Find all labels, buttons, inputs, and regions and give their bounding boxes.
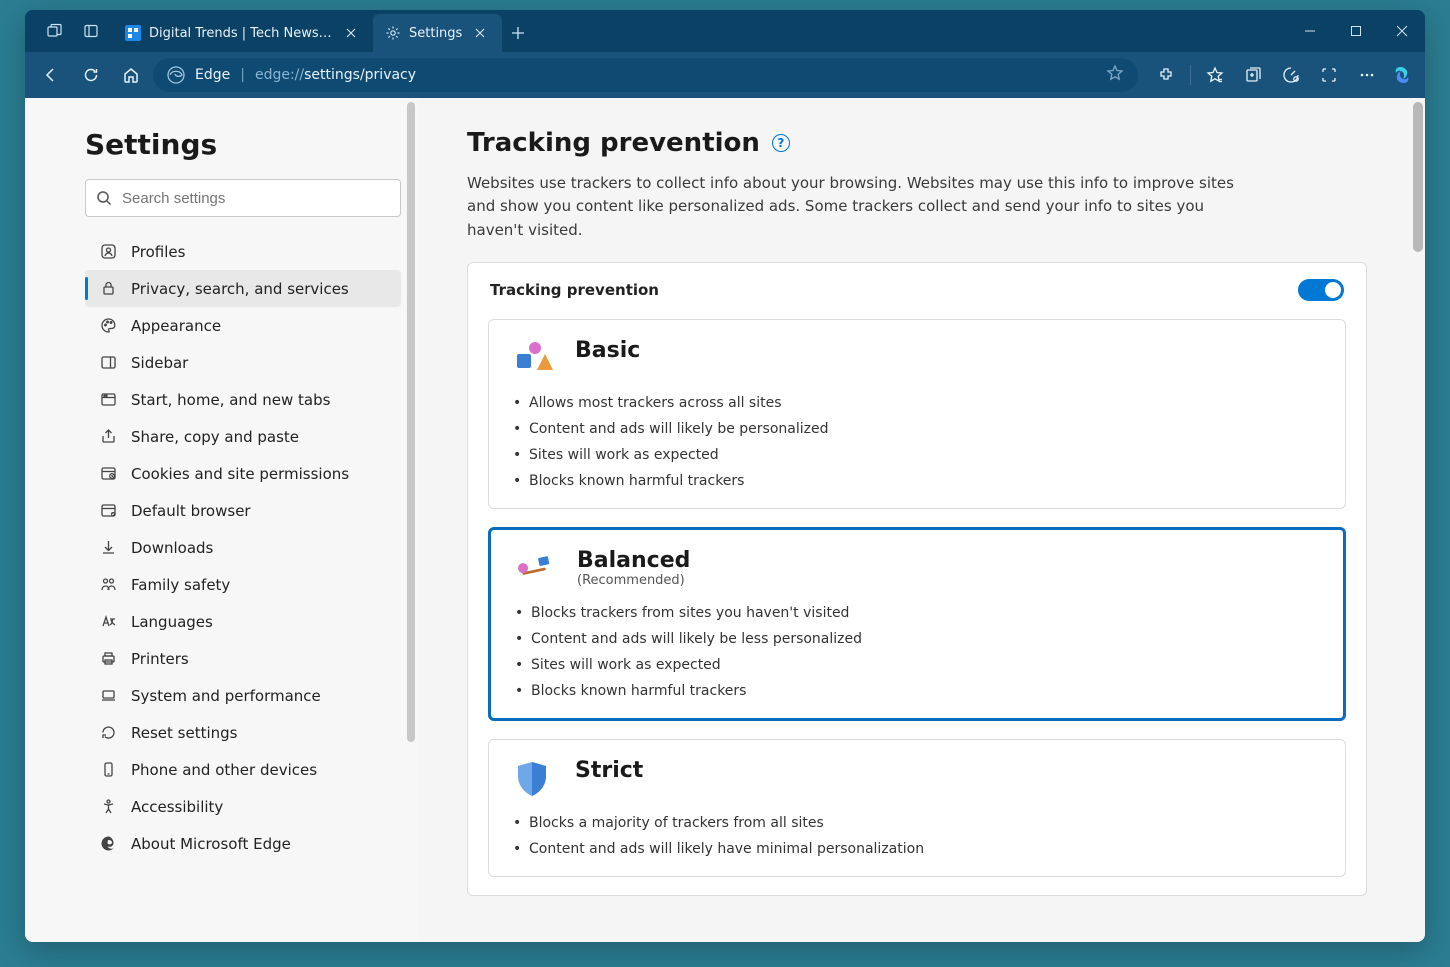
download-icon <box>99 539 117 557</box>
edge-icon <box>167 66 185 84</box>
minimize-button[interactable] <box>1287 12 1333 50</box>
strict-icon <box>511 758 553 800</box>
cookie-icon <box>99 465 117 483</box>
copilot-icon[interactable] <box>1387 60 1417 90</box>
home-button[interactable] <box>113 57 149 93</box>
nav-system[interactable]: System and performance <box>85 677 401 714</box>
nav-about[interactable]: About Microsoft Edge <box>85 825 401 862</box>
tab-strip: Digital Trends | Tech News, Reviews Sett… <box>25 10 1425 52</box>
card-balanced[interactable]: Balanced (Recommended) Blocks trackers f… <box>488 527 1346 721</box>
card-bullets: Blocks trackers from sites you haven't v… <box>513 600 1321 704</box>
card-strict[interactable]: Strict Blocks a majority of trackers fro… <box>488 739 1346 877</box>
accessibility-icon <box>99 798 117 816</box>
window-icon <box>99 391 117 409</box>
palette-icon <box>99 317 117 335</box>
card-title: Strict <box>575 758 643 783</box>
family-icon <box>99 576 117 594</box>
collections-icon[interactable] <box>1235 57 1271 93</box>
nav-start[interactable]: Start, home, and new tabs <box>85 381 401 418</box>
maximize-button[interactable] <box>1333 12 1379 50</box>
card-bullets: Blocks a majority of trackers from all s… <box>511 810 1323 862</box>
screenshot-icon[interactable] <box>1311 57 1347 93</box>
favorite-icon[interactable] <box>1106 64 1124 86</box>
address-bar[interactable]: Edge | edge://settings/privacy <box>153 58 1138 92</box>
nav-cookies[interactable]: Cookies and site permissions <box>85 455 401 492</box>
profile-icon <box>99 243 117 261</box>
settings-sidebar: Settings Profiles Privacy, search, and s… <box>25 98 419 942</box>
card-subtitle: (Recommended) <box>577 573 690 588</box>
tab-digital-trends[interactable]: Digital Trends | Tech News, Reviews <box>113 14 373 52</box>
nav-family[interactable]: Family safety <box>85 566 401 603</box>
sidebar-scrollbar[interactable] <box>407 102 415 938</box>
toolbar: Edge | edge://settings/privacy <box>25 52 1425 98</box>
help-icon[interactable]: ? <box>772 134 790 152</box>
settings-nav: Profiles Privacy, search, and services A… <box>85 233 401 862</box>
extensions-icon[interactable] <box>1148 57 1184 93</box>
panel-label: Tracking prevention <box>490 281 659 299</box>
close-button[interactable] <box>1379 12 1425 50</box>
tab-label: Digital Trends | Tech News, Reviews <box>149 26 333 41</box>
search-icon <box>96 190 112 206</box>
url-path: settings/privacy <box>304 67 416 83</box>
content-area: Settings Profiles Privacy, search, and s… <box>25 98 1425 942</box>
page-title: Tracking prevention ? <box>467 128 1367 158</box>
main-scrollbar[interactable] <box>1413 102 1423 252</box>
nav-printers[interactable]: Printers <box>85 640 401 677</box>
reset-icon <box>99 724 117 742</box>
nav-downloads[interactable]: Downloads <box>85 529 401 566</box>
language-icon <box>99 613 117 631</box>
workspaces-icon[interactable] <box>39 15 71 47</box>
search-field[interactable] <box>122 190 390 207</box>
address-brand: Edge <box>195 67 230 83</box>
divider <box>1190 65 1191 85</box>
new-tab-button[interactable] <box>502 14 534 52</box>
basic-icon <box>511 338 553 380</box>
share-icon <box>99 428 117 446</box>
nav-reset[interactable]: Reset settings <box>85 714 401 751</box>
tab-label: Settings <box>409 26 462 41</box>
refresh-button[interactable] <box>73 57 109 93</box>
performance-icon[interactable] <box>1273 57 1309 93</box>
browser-icon <box>99 502 117 520</box>
nav-accessibility[interactable]: Accessibility <box>85 788 401 825</box>
tab-settings[interactable]: Settings <box>373 14 502 52</box>
search-input[interactable] <box>85 179 401 217</box>
printer-icon <box>99 650 117 668</box>
nav-sidebar[interactable]: Sidebar <box>85 344 401 381</box>
sidebar-icon <box>99 354 117 372</box>
card-bullets: Allows most trackers across all sites Co… <box>511 390 1323 494</box>
card-title: Balanced <box>577 548 690 573</box>
card-title: Basic <box>575 338 640 363</box>
close-icon[interactable] <box>470 23 490 43</box>
close-icon[interactable] <box>341 23 361 43</box>
tracking-panel: Tracking prevention Basic Allows mo <box>467 262 1367 896</box>
balanced-icon <box>513 548 555 590</box>
more-icon[interactable] <box>1349 57 1385 93</box>
tracking-toggle[interactable] <box>1298 279 1344 301</box>
nav-profiles[interactable]: Profiles <box>85 233 401 270</box>
nav-languages[interactable]: Languages <box>85 603 401 640</box>
sidebar-title: Settings <box>85 128 401 161</box>
card-basic[interactable]: Basic Allows most trackers across all si… <box>488 319 1346 509</box>
url-scheme: edge:// <box>255 67 304 83</box>
tab-actions-icon[interactable] <box>75 15 107 47</box>
nav-default-browser[interactable]: Default browser <box>85 492 401 529</box>
edge-logo-icon <box>99 835 117 853</box>
laptop-icon <box>99 687 117 705</box>
page-description: Websites use trackers to collect info ab… <box>467 172 1247 242</box>
browser-window: Digital Trends | Tech News, Reviews Sett… <box>25 10 1425 942</box>
nav-appearance[interactable]: Appearance <box>85 307 401 344</box>
lock-icon <box>99 280 117 298</box>
settings-main: Tracking prevention ? Websites use track… <box>419 98 1425 942</box>
nav-phone[interactable]: Phone and other devices <box>85 751 401 788</box>
separator: | <box>240 67 245 83</box>
site-favicon <box>125 25 141 41</box>
back-button[interactable] <box>33 57 69 93</box>
nav-share[interactable]: Share, copy and paste <box>85 418 401 455</box>
favorites-icon[interactable] <box>1197 57 1233 93</box>
window-controls <box>1287 10 1425 52</box>
gear-icon <box>385 25 401 41</box>
nav-privacy[interactable]: Privacy, search, and services <box>85 270 401 307</box>
phone-icon <box>99 761 117 779</box>
